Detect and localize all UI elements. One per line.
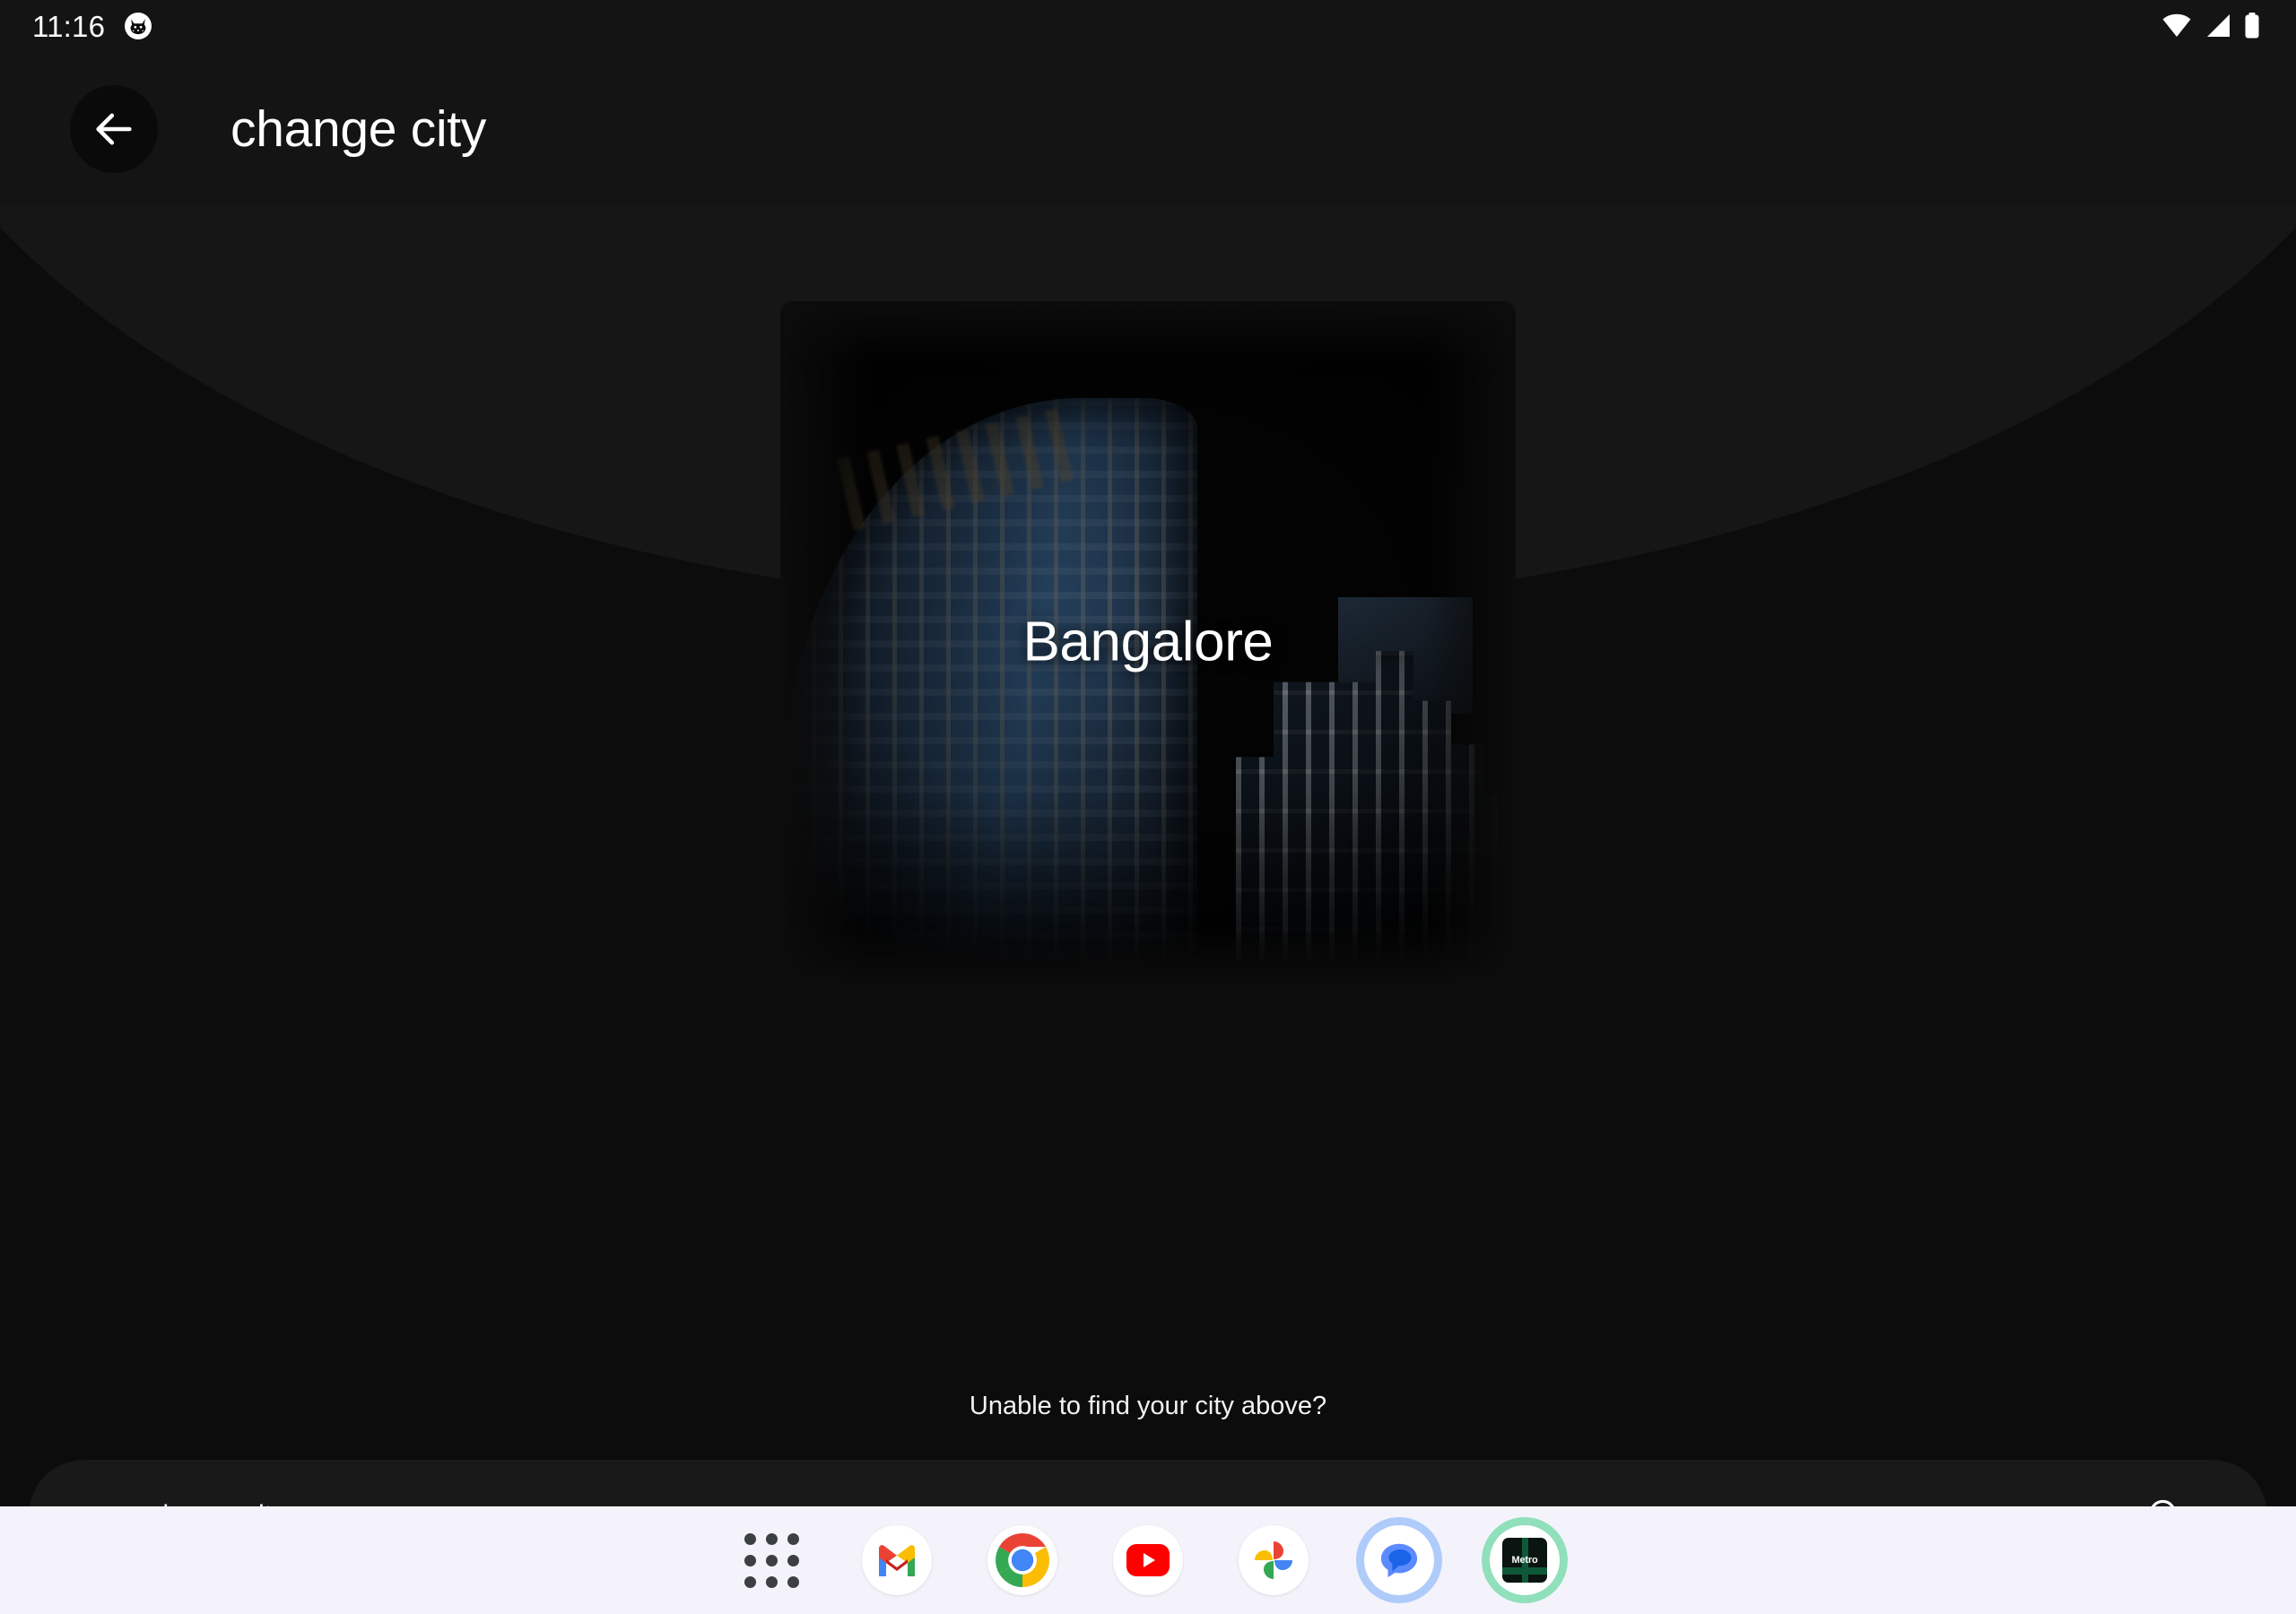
city-card[interactable]: Bangalore <box>780 301 1516 983</box>
search-field[interactable] <box>29 1460 2267 1506</box>
search-icon <box>2145 1496 2185 1506</box>
metro-app-label: Metro <box>1511 1555 1538 1566</box>
youtube-tile <box>1113 1525 1183 1595</box>
apps-grid-icon <box>744 1532 799 1588</box>
taskbar-item-photos[interactable] <box>1234 1521 1313 1600</box>
cellular-signal-icon <box>2205 13 2231 39</box>
youtube-icon <box>1126 1543 1170 1577</box>
google-photos-icon <box>1251 1538 1296 1583</box>
app-header: change city <box>0 52 2296 206</box>
status-bar-right <box>2161 13 2260 39</box>
metro-tile-wrapper: Metro <box>1490 1525 1560 1595</box>
taskbar-item-gmail[interactable] <box>857 1521 936 1600</box>
taskbar-item-metro[interactable]: Metro <box>1485 1521 1564 1600</box>
messages-tile <box>1364 1525 1434 1595</box>
photos-tile <box>1239 1525 1309 1595</box>
gmail-icon <box>875 1543 918 1577</box>
google-messages-icon <box>1378 1540 1420 1581</box>
city-name-label: Bangalore <box>1022 611 1274 673</box>
battery-icon <box>2244 13 2260 39</box>
device-screen: 11:16 change city Bangalore Unable to fi… <box>0 0 2296 1614</box>
search-submit-button[interactable] <box>2140 1490 2190 1506</box>
status-bar-left: 11:16 <box>32 12 152 41</box>
page-title: change city <box>230 100 487 158</box>
wifi-icon <box>2161 13 2192 39</box>
helper-text: Unable to find your city above? <box>969 1392 1327 1420</box>
chrome-icon <box>995 1532 1050 1588</box>
status-clock: 11:16 <box>32 9 106 43</box>
back-button[interactable] <box>70 85 158 173</box>
taskbar-item-youtube[interactable] <box>1109 1521 1187 1600</box>
taskbar-item-chrome[interactable] <box>983 1521 1062 1600</box>
taskbar-item-all-apps[interactable] <box>732 1521 811 1600</box>
main-content: Bangalore Unable to find your city above… <box>0 206 2296 1506</box>
back-arrow-icon <box>91 106 137 152</box>
search-input[interactable] <box>97 1460 2140 1506</box>
status-bar: 11:16 <box>0 0 2296 52</box>
cat-face-notification-icon <box>125 13 152 39</box>
chrome-tile <box>987 1525 1057 1595</box>
gmail-tile <box>862 1525 932 1595</box>
metro-app-icon: Metro <box>1502 1538 1547 1583</box>
taskbar: Metro <box>0 1506 2296 1614</box>
taskbar-item-messages[interactable] <box>1360 1521 1439 1600</box>
